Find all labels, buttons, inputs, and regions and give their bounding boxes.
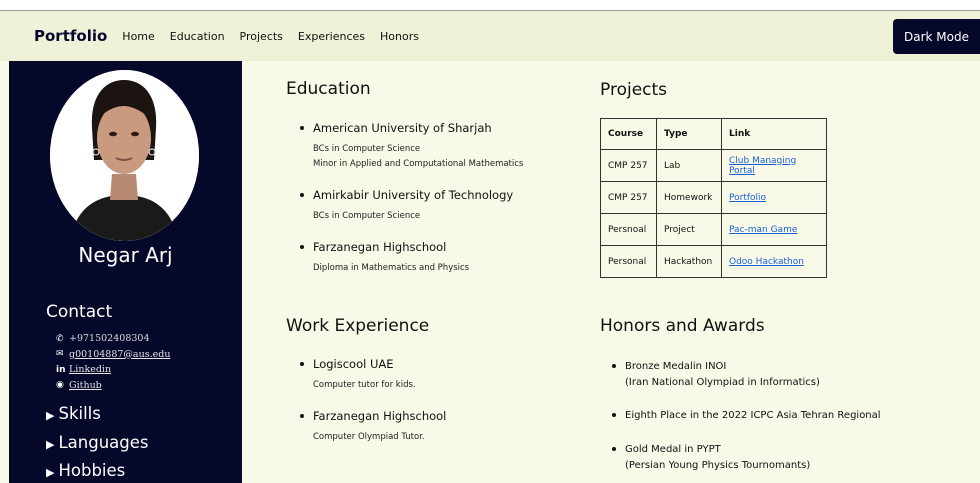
triangle-right-icon: ▶ (46, 409, 55, 422)
profile-photo (50, 70, 199, 241)
nav-link-honors[interactable]: Honors (380, 30, 419, 43)
projects-title: Projects (600, 80, 668, 100)
column-header-course: Course (600, 118, 657, 150)
education-item: American University of Sharjah BCs in Co… (286, 121, 523, 172)
honor-detail: (Persian Young Physics Tournomants) (625, 460, 811, 471)
education-detail: Minor in Applied and Computational Mathe… (313, 159, 524, 169)
linkedin-link[interactable]: Linkedin (69, 364, 111, 375)
education-name: Amirkabir University of Technology (313, 188, 514, 202)
sidebar: Negar Arj Contact ✆ +971502408304 ✉ g001… (9, 61, 242, 483)
table-row: Persnoal Project Pac-man Game (600, 213, 827, 246)
nav-link-experiences[interactable]: Experiences (298, 30, 365, 43)
work-detail: Computer tutor for kids. (313, 380, 416, 390)
envelope-icon: ✉ (56, 349, 64, 360)
contact-github: ◉ Github (56, 378, 170, 394)
triangle-right-icon: ▶ (46, 466, 55, 479)
work-detail: Computer Olympiad Tutor. (313, 432, 425, 442)
projects-table: Course Type Link CMP 257 Lab Club Managi… (600, 118, 827, 278)
education-name: Farzanegan Highschool (313, 240, 447, 254)
cell-link: Club Managing Portal (721, 149, 827, 182)
contact-list: ✆ +971502408304 ✉ g00104887@aus.edu in L… (56, 331, 170, 393)
work-item: Farzanegan Highschool Computer Olympiad … (286, 409, 446, 445)
hobbies-label: Hobbies (58, 461, 126, 480)
work-name: Logiscool UAE (313, 357, 394, 371)
dark-mode-button[interactable]: Dark Mode (893, 19, 980, 54)
column-header-link: Link (721, 118, 827, 150)
honor-name: Gold Medal in PYPT (625, 444, 721, 455)
cell-type: Homework (656, 181, 722, 214)
work-item: Logiscool UAE Computer tutor for kids. (286, 357, 416, 393)
bullet-icon (612, 413, 616, 417)
cell-course: CMP 257 (600, 149, 657, 182)
brand-logo[interactable]: Portfolio (34, 27, 107, 45)
bullet-icon (300, 193, 304, 197)
nav-links: Home Education Projects Experiences Hono… (122, 30, 434, 43)
table-row: CMP 257 Homework Portfolio (600, 181, 827, 214)
triangle-right-icon: ▶ (46, 438, 55, 451)
phone-number: +971502408304 (69, 333, 150, 345)
bullet-icon (300, 414, 304, 418)
skills-label: Skills (58, 404, 101, 423)
work-title: Work Experience (286, 316, 430, 336)
contact-title: Contact (46, 302, 113, 322)
education-detail: BCs in Computer Science (313, 144, 421, 154)
table-row: Personal Hackathon Odoo Hackathon (600, 245, 827, 278)
honor-name: Bronze Medalin INOI (625, 361, 727, 372)
bullet-icon (300, 362, 304, 366)
github-link[interactable]: Github (69, 380, 102, 391)
honor-item: Gold Medal in PYPT (Persian Young Physic… (612, 442, 810, 474)
honor-item: Eighth Place in the 2022 ICPC Asia Tehra… (612, 408, 881, 424)
honor-name: Eighth Place in the 2022 ICPC Asia Tehra… (625, 410, 881, 421)
cell-type: Project (656, 213, 722, 246)
bullet-icon (612, 364, 616, 368)
bullet-icon (612, 447, 616, 451)
project-link[interactable]: Club Managing Portal (729, 156, 796, 176)
linkedin-icon: in (56, 364, 66, 375)
table-header-row: Course Type Link (600, 118, 827, 150)
education-detail: Diploma in Mathematics and Physics (313, 263, 470, 273)
languages-label: Languages (58, 433, 149, 452)
column-header-type: Type (656, 118, 722, 150)
table-row: CMP 257 Lab Club Managing Portal (600, 149, 827, 182)
project-link[interactable]: Pac-man Game (729, 225, 797, 235)
education-detail: BCs in Computer Science (313, 211, 421, 221)
contact-linkedin: in Linkedin (56, 362, 170, 378)
email-link[interactable]: g00104887@aus.edu (69, 349, 170, 360)
project-link[interactable]: Portfolio (729, 193, 766, 203)
cell-course: Personal (600, 245, 657, 278)
cell-type: Hackathon (656, 245, 722, 278)
cell-course: CMP 257 (600, 181, 657, 214)
bullet-icon (300, 126, 304, 130)
nav-link-projects[interactable]: Projects (240, 30, 283, 43)
languages-toggle[interactable]: ▶ Languages (46, 433, 149, 452)
nav-link-home[interactable]: Home (122, 30, 154, 43)
bullet-icon (300, 245, 304, 249)
contact-email: ✉ g00104887@aus.edu (56, 347, 170, 363)
work-name: Farzanegan Highschool (313, 409, 447, 423)
skills-toggle[interactable]: ▶ Skills (46, 404, 101, 423)
navbar: Portfolio Home Education Projects Experi… (0, 11, 980, 61)
hobbies-toggle[interactable]: ▶ Hobbies (46, 461, 125, 480)
avatar (50, 70, 199, 241)
cell-link: Portfolio (721, 181, 827, 214)
education-title: Education (286, 79, 371, 99)
profile-name: Negar Arj (78, 243, 173, 267)
cell-course: Persnoal (600, 213, 657, 246)
phone-icon: ✆ (56, 333, 64, 344)
honor-item: Bronze Medalin INOI (Iran National Olymp… (612, 359, 820, 391)
nav-link-education[interactable]: Education (170, 30, 225, 43)
window-top-bar (0, 0, 980, 11)
education-name: American University of Sharjah (313, 121, 492, 135)
education-item: Farzanegan Highschool Diploma in Mathema… (286, 240, 469, 276)
honors-title: Honors and Awards (600, 316, 765, 336)
contact-phone: ✆ +971502408304 (56, 331, 170, 347)
education-item: Amirkabir University of Technology BCs i… (286, 188, 513, 224)
cell-link: Pac-man Game (721, 213, 827, 246)
cell-link: Odoo Hackathon (721, 245, 827, 278)
github-icon: ◉ (56, 380, 64, 391)
cell-type: Lab (656, 149, 722, 182)
project-link[interactable]: Odoo Hackathon (729, 257, 804, 267)
honor-detail: (Iran National Olympiad in Informatics) (625, 377, 820, 388)
